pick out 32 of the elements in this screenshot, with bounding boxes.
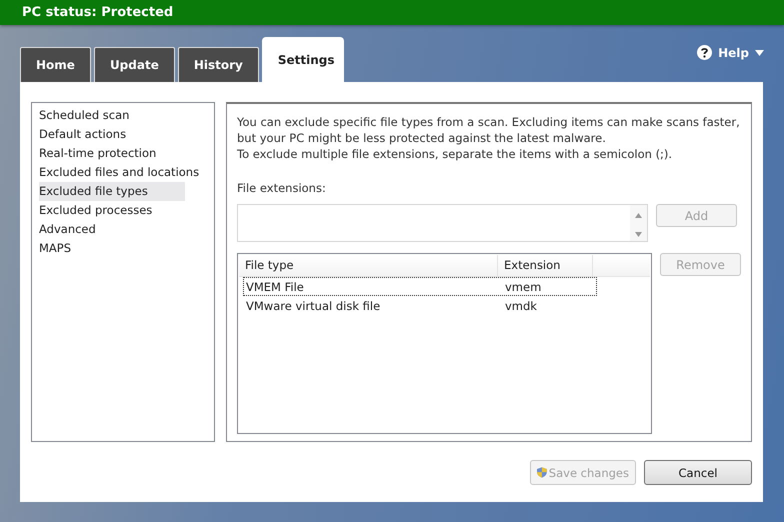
sidebar-item[interactable]: Advanced <box>39 220 207 239</box>
description-text: To exclude multiple file extensions, separate the items with a semicolon (;). <box>237 146 674 162</box>
sidebar-item[interactable]: Default actions <box>39 125 207 144</box>
sidebar-item[interactable]: Real-time protection <box>39 144 207 163</box>
sidebar-item[interactable]: Excluded files and locations <box>39 163 207 182</box>
status-title: PC status: Protected <box>22 5 174 20</box>
sidebar-item[interactable]: Excluded processes <box>39 201 207 220</box>
table-cell-text: VMware virtual disk file <box>245 298 382 314</box>
sidebar-item[interactable]: MAPS <box>39 239 207 258</box>
tab[interactable]: Home <box>20 47 91 82</box>
shield-icon <box>537 465 547 480</box>
cancel-button[interactable]: Cancel <box>644 460 752 485</box>
table-cell-text: VMEM File <box>245 279 305 295</box>
column-header[interactable]: Extension <box>498 255 593 276</box>
table-cell-text: vmem <box>504 279 542 295</box>
tab[interactable]: Settings <box>262 37 344 82</box>
table-row[interactable]: VMware virtual disk file vmdk <box>243 296 597 315</box>
scroll-up-icon <box>635 213 642 218</box>
tab[interactable]: History <box>178 47 259 82</box>
file-extensions-field[interactable] <box>237 204 648 242</box>
help-icon <box>697 45 712 60</box>
caret-icon <box>755 50 764 56</box>
help-button[interactable]: Help <box>697 45 764 60</box>
sidebar-item[interactable]: Scheduled scan <box>39 106 207 125</box>
tab[interactable]: Update <box>94 47 175 82</box>
table-cell-text: vmdk <box>504 298 538 314</box>
column-header[interactable]: File type <box>239 255 498 276</box>
table-row[interactable]: VMEM File vmem <box>243 277 597 296</box>
description-text: You can exclude specific file types from a scan. Excluding items can make scans faster, but your PC might be less protected against the latest malware. <box>237 114 741 146</box>
sidebar-item[interactable]: Excluded file types <box>39 182 185 201</box>
scroll-down-icon <box>635 232 642 237</box>
field-label: File extensions: <box>237 181 327 195</box>
